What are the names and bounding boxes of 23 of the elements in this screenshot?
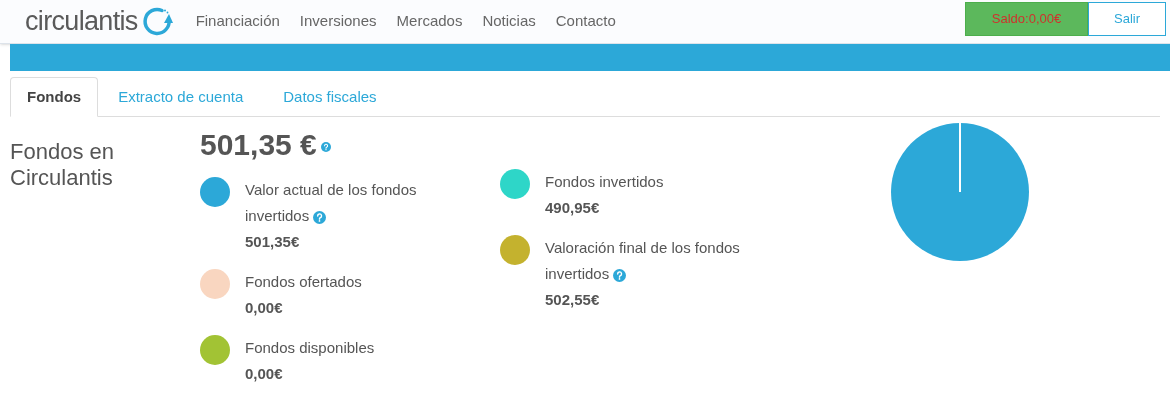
legend-value: 0,00€ <box>245 298 284 318</box>
logo-icon <box>141 5 174 38</box>
help-icon[interactable] <box>613 268 627 282</box>
nav-link[interactable]: Mercados <box>396 10 463 33</box>
legend-value: 501,35€ <box>245 232 301 252</box>
legend-value: 502,55€ <box>545 290 601 310</box>
section-title: Fondos en Circulantis <box>10 139 115 192</box>
legend-label: Fondos disponibles <box>245 338 376 358</box>
total-amount: 501,35 € <box>200 125 331 165</box>
legend-value: 490,95€ <box>545 198 601 218</box>
nav-link[interactable]: Noticias <box>482 10 536 33</box>
help-icon[interactable] <box>320 142 331 153</box>
nav-link[interactable]: Financiación <box>195 10 280 33</box>
legend-label: Valoración final de los fondos invertidos <box>545 238 741 284</box>
logo-text: circulantis <box>25 8 138 35</box>
tab[interactable]: Fondos <box>10 77 99 117</box>
legend-label: Fondos invertidos <box>545 172 665 192</box>
help-icon[interactable] <box>313 210 327 224</box>
nav-link[interactable]: Inversiones <box>299 10 377 33</box>
legend-label: Valor actual de los fondos invertidos <box>245 180 418 226</box>
nav-link[interactable]: Contacto <box>555 10 616 33</box>
legend-label: Fondos ofertados <box>245 272 363 292</box>
legend-value: 0,00€ <box>245 364 284 384</box>
